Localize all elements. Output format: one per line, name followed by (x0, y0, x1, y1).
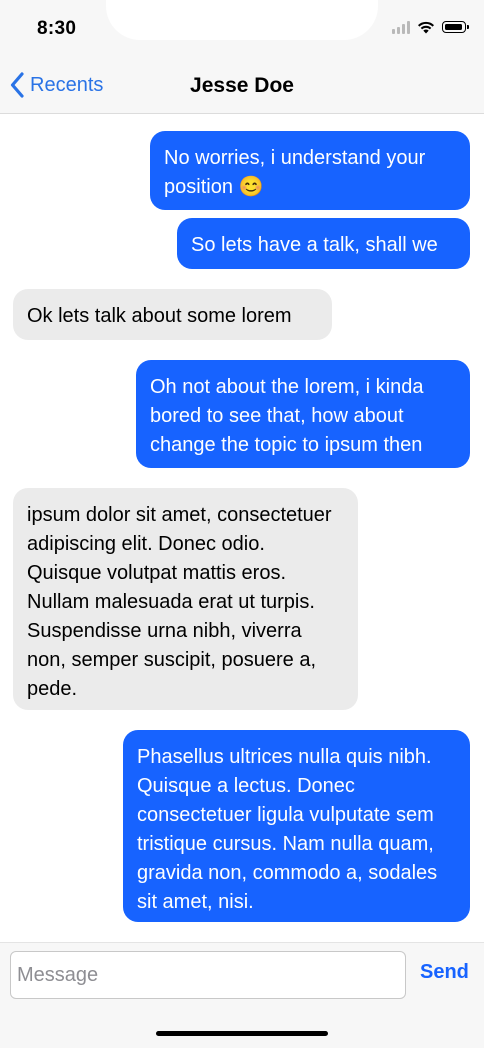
signal-icon (392, 20, 410, 34)
message-text: Phasellus ultrices nulla quis nibh. Quis… (137, 746, 438, 913)
device-notch (106, 0, 378, 40)
back-button[interactable]: Recents (10, 70, 103, 100)
message-text: Ok lets talk about some lorem (27, 305, 292, 327)
battery-icon (442, 21, 469, 33)
navigation-bar: Recents Jesse Doe (0, 62, 484, 114)
message-text: Oh not about the lorem, i kinda bored to… (150, 376, 424, 456)
back-button-label: Recents (30, 73, 104, 96)
chat-screen: 8:30 Recents Jesse Doe No worries, i und… (0, 0, 484, 1048)
message-input[interactable] (10, 951, 406, 999)
message-bubble-received[interactable]: ipsum dolor sit amet, consectetuer adipi… (13, 488, 358, 710)
message-bubble-sent[interactable]: Oh not about the lorem, i kinda bored to… (136, 360, 470, 468)
status-icons (392, 20, 469, 34)
wifi-icon (418, 21, 434, 34)
message-text: So lets have a talk, shall we (191, 234, 438, 256)
status-time: 8:30 (37, 18, 77, 39)
home-indicator (156, 1031, 328, 1036)
status-bar: 8:30 (0, 0, 484, 62)
message-bubble-sent[interactable]: No worries, i understand your position 😊 (150, 131, 470, 210)
message-list: No worries, i understand your position 😊… (0, 114, 484, 942)
send-button[interactable]: Send (420, 961, 469, 984)
message-bubble-sent[interactable]: Phasellus ultrices nulla quis nibh. Quis… (123, 730, 470, 922)
message-bubble-sent[interactable]: So lets have a talk, shall we (177, 218, 470, 269)
message-text: ipsum dolor sit amet, consectetuer adipi… (27, 504, 332, 700)
chevron-left-icon (10, 72, 24, 98)
message-bubble-received[interactable]: Ok lets talk about some lorem (13, 289, 332, 340)
message-composer: Send (0, 942, 484, 1048)
message-text: No worries, i understand your position 😊 (164, 147, 426, 198)
